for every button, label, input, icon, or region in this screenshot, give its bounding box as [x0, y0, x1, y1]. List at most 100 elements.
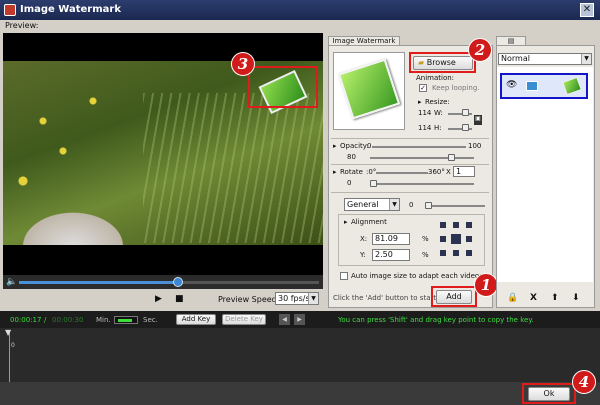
title-bar: Image Watermark ✕ — [0, 0, 600, 20]
resize-label: Resize: — [425, 98, 450, 106]
move-up-icon[interactable]: ⬆ — [551, 293, 559, 303]
min-label: Min. — [96, 316, 111, 324]
player-controls: ▶ ■ Preview Speed 30 fps/s ▼ — [3, 289, 323, 309]
highlight-box-2 — [409, 52, 476, 73]
seek-handle[interactable] — [173, 277, 183, 287]
annotation-badge-2: 2 — [468, 38, 492, 62]
seek-fill — [19, 281, 178, 284]
blend-mode-select[interactable]: General ▼ — [344, 198, 400, 211]
highlight-box-4 — [522, 383, 576, 404]
volume-icon[interactable]: 🔈 — [6, 277, 17, 287]
opacity-max: 100 — [468, 142, 482, 150]
rotate-count-spinner[interactable]: 1 — [453, 166, 475, 177]
preview-speed-label: Preview Speed — [218, 295, 277, 304]
delete-layer-icon[interactable]: X — [530, 293, 537, 303]
layer-thumbnail — [562, 76, 582, 96]
divider — [331, 138, 489, 139]
current-time: 00:00:17 — [10, 316, 42, 324]
auto-size-checkbox[interactable] — [340, 272, 348, 280]
auto-size-label: Auto image size to adapt each videos. — [351, 272, 486, 280]
timeline-hint: You can press 'Shift' and drag key point… — [338, 316, 534, 324]
lock-aspect-icon[interactable]: ▣ — [474, 115, 482, 125]
y-position-value: 2.50 — [375, 250, 393, 259]
expand-arrow-icon: ▸ — [418, 98, 422, 106]
lock-icon[interactable]: 🔒 — [507, 293, 518, 303]
rotate-max: 360° — [428, 168, 445, 176]
close-button[interactable]: ✕ — [580, 3, 594, 17]
zoom-slider[interactable] — [114, 316, 138, 324]
align-top-center[interactable] — [453, 222, 459, 228]
blend-value: 0 — [409, 201, 414, 209]
blend-slider[interactable] — [425, 202, 485, 209]
seek-track[interactable] — [19, 277, 319, 287]
keep-looping-checkbox[interactable]: ✓ — [419, 84, 427, 92]
eye-icon[interactable]: 👁 — [506, 80, 517, 90]
add-key-button[interactable]: Add Key — [176, 314, 216, 325]
opacity-slider-track[interactable] — [372, 146, 466, 148]
move-down-icon[interactable]: ⬇ — [572, 293, 580, 303]
keyframe-marker-icon[interactable]: ▼ — [5, 328, 11, 337]
delete-key-button[interactable]: Delete Key — [222, 314, 266, 325]
align-bottom-left[interactable] — [440, 250, 446, 256]
next-key-icon[interactable]: ▶ — [294, 314, 305, 325]
timeline-marker-label: 0 — [11, 342, 15, 349]
align-bottom-center[interactable] — [453, 250, 459, 256]
opacity-slider-handle[interactable] — [447, 154, 455, 161]
y-position-field[interactable]: 2.50 — [372, 249, 410, 261]
rotate-slider-handle[interactable] — [370, 180, 377, 187]
x-label: X: — [360, 235, 368, 243]
align-top-right[interactable] — [466, 222, 472, 228]
height-slider-handle[interactable] — [462, 124, 469, 131]
sec-label: Sec. — [143, 316, 158, 324]
rotate-range-track[interactable] — [376, 172, 428, 174]
prev-key-icon[interactable]: ◀ — [279, 314, 290, 325]
timeline-track[interactable]: 0 ▼ — [0, 328, 600, 382]
window-title: Image Watermark — [20, 4, 121, 15]
align-top-left[interactable] — [440, 222, 446, 228]
expand-arrow-icon: ▸ — [344, 218, 348, 226]
blend-mode-value: General — [347, 200, 379, 209]
opacity-slider[interactable] — [370, 154, 474, 161]
align-middle-right[interactable] — [466, 236, 472, 242]
y-percent: % — [422, 251, 429, 259]
video-frame-texture — [143, 93, 323, 243]
divider — [331, 192, 489, 193]
rotate-slider[interactable] — [370, 180, 474, 187]
layer-item-watermark[interactable]: 👁 — [500, 73, 588, 99]
chevron-down-icon: ▼ — [308, 293, 318, 304]
preview-speed-select[interactable]: 30 fps/s ▼ — [275, 292, 319, 305]
chevron-down-icon: ▼ — [581, 54, 591, 64]
layers-icon: ▤ — [507, 37, 515, 45]
rotate-count-value: 1 — [456, 167, 462, 176]
annotation-badge-1: 1 — [474, 273, 498, 297]
preview-label: Preview: — [5, 21, 39, 30]
x-position-field[interactable]: 81.09 — [372, 233, 410, 245]
app-icon — [4, 4, 16, 16]
alignment-label: Alignment — [351, 218, 387, 226]
layer-blend-select[interactable]: Normal ▼ — [498, 53, 592, 65]
align-middle-left[interactable] — [440, 236, 446, 242]
seek-bar[interactable] — [3, 275, 323, 289]
total-time: 00:00:30 — [52, 316, 84, 324]
preview-speed-value: 30 fps/s — [278, 294, 310, 303]
highlight-box-3 — [248, 66, 318, 108]
rotate-min: :0° — [366, 168, 377, 176]
align-center[interactable] — [451, 234, 461, 244]
time-separator: / — [44, 316, 47, 324]
height-label: H: — [434, 124, 442, 132]
rotate-times: X — [446, 168, 451, 176]
opacity-label: Opacity: — [340, 142, 369, 150]
stop-icon[interactable]: ■ — [175, 294, 184, 304]
playhead[interactable] — [9, 330, 10, 382]
width-slider-handle[interactable] — [462, 109, 469, 116]
width-value: 114 — [418, 109, 432, 117]
play-icon[interactable]: ▶ — [155, 294, 162, 304]
align-bottom-right[interactable] — [466, 250, 472, 256]
animation-label: Animation: — [416, 74, 455, 82]
opacity-value: 80 — [347, 153, 356, 161]
blend-slider-handle[interactable] — [425, 202, 432, 209]
layer-list[interactable] — [497, 67, 593, 282]
timeline-toolbar: 00:00:17 / 00:00:30 Min. Sec. Add Key De… — [0, 311, 600, 328]
watermark-preview-image — [333, 52, 405, 130]
x-position-value: 81.09 — [375, 234, 398, 243]
